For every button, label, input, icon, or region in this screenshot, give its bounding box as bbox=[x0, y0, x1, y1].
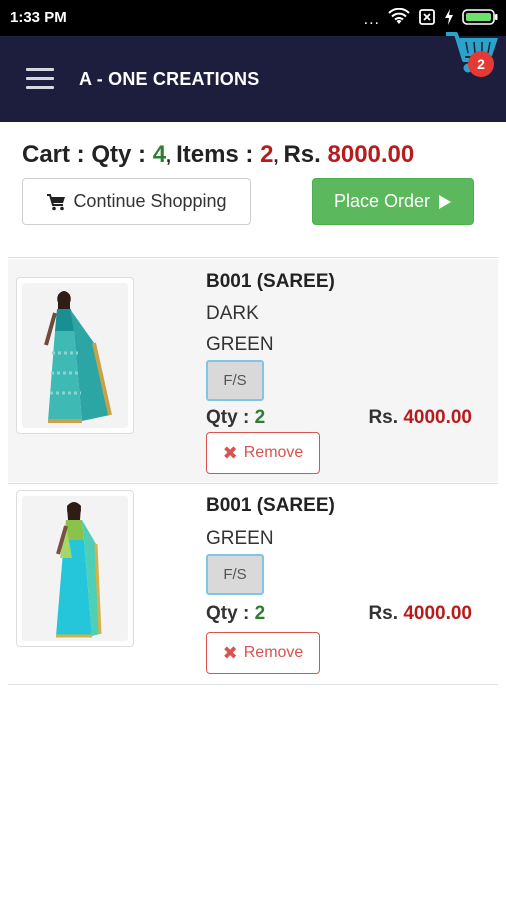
close-icon: ✖ bbox=[222, 442, 238, 463]
cart-item: B001 (SAREE) GREEN F/S Qty : 2 Rs. 4000.… bbox=[8, 485, 498, 684]
item-qty-value: 2 bbox=[254, 603, 266, 624]
saree-image bbox=[56, 502, 102, 638]
cart-count-badge: 2 bbox=[468, 51, 494, 77]
cart-total-value: 8000.00 bbox=[327, 141, 415, 168]
summary-separator: , bbox=[273, 146, 284, 166]
cart-items-value: 2 bbox=[260, 141, 274, 168]
menu-icon bbox=[26, 68, 54, 71]
product-image-frame bbox=[22, 496, 128, 641]
size-chip[interactable]: F/S bbox=[206, 554, 264, 595]
notification-dots: ... bbox=[363, 10, 380, 28]
wifi-icon bbox=[388, 7, 410, 31]
cart-qty-label: Cart : Qty : bbox=[22, 141, 147, 168]
summary-separator: , bbox=[166, 146, 177, 166]
status-time: 1:33 PM bbox=[10, 9, 67, 26]
cart-items-label: Items : bbox=[176, 141, 254, 168]
cart-item: B001 (SAREE) DARK GREEN F/S Qty : 2 Rs. … bbox=[8, 259, 498, 482]
item-price-value: 4000.00 bbox=[403, 407, 472, 428]
item-color-line1: GREEN bbox=[206, 528, 274, 549]
play-arrow-icon bbox=[439, 194, 452, 209]
menu-icon-bar bbox=[26, 77, 54, 80]
item-name: B001 (SAREE) bbox=[206, 271, 335, 292]
place-order-label: Place Order bbox=[333, 191, 431, 211]
app-title: A - ONE CREATIONS bbox=[79, 69, 260, 89]
remove-button[interactable]: ✖ Remove bbox=[206, 632, 320, 674]
item-qty: Qty : 2 bbox=[206, 603, 265, 625]
menu-icon-bar bbox=[26, 86, 54, 89]
product-image[interactable] bbox=[16, 277, 134, 434]
item-color-line2: GREEN bbox=[206, 334, 274, 355]
close-icon: ✖ bbox=[222, 642, 238, 663]
item-price-label: Rs. bbox=[368, 603, 399, 624]
remove-label: Remove bbox=[243, 644, 304, 661]
cart-summary: Cart : Qty : 4, Items : 2, Rs. 8000.00 bbox=[22, 141, 414, 169]
saree-image bbox=[44, 291, 112, 423]
item-qty-value: 2 bbox=[254, 407, 266, 428]
remove-button[interactable]: ✖ Remove bbox=[206, 432, 320, 474]
item-color-line1: DARK bbox=[206, 303, 259, 324]
item-price: Rs. 4000.00 bbox=[368, 603, 472, 625]
list-divider bbox=[8, 257, 498, 258]
cart-total-label: Rs. bbox=[283, 141, 321, 168]
item-price-value: 4000.00 bbox=[403, 603, 472, 624]
item-qty: Qty : 2 bbox=[206, 407, 265, 429]
app-bar: A - ONE CREATIONS bbox=[0, 36, 506, 122]
size-chip[interactable]: F/S bbox=[206, 360, 264, 401]
list-divider bbox=[8, 684, 498, 685]
list-divider bbox=[8, 483, 498, 484]
product-image[interactable] bbox=[16, 490, 134, 647]
menu-button[interactable] bbox=[26, 68, 56, 90]
continue-shopping-label: Continue Shopping bbox=[73, 191, 227, 211]
item-price-label: Rs. bbox=[368, 407, 399, 428]
cart-qty-value: 4 bbox=[152, 141, 167, 168]
item-name: B001 (SAREE) bbox=[206, 495, 335, 516]
shopping-cart-icon bbox=[47, 193, 66, 210]
status-bar: 1:33 PM ... bbox=[0, 0, 506, 36]
item-price: Rs. 4000.00 bbox=[368, 407, 472, 429]
item-qty-label: Qty : bbox=[206, 603, 250, 624]
sim-x-icon bbox=[418, 8, 436, 31]
item-qty-label: Qty : bbox=[206, 407, 250, 428]
place-order-button[interactable]: Place Order bbox=[312, 178, 474, 225]
remove-label: Remove bbox=[243, 444, 304, 461]
continue-shopping-button[interactable]: Continue Shopping bbox=[22, 178, 251, 225]
product-image-frame bbox=[22, 283, 128, 428]
